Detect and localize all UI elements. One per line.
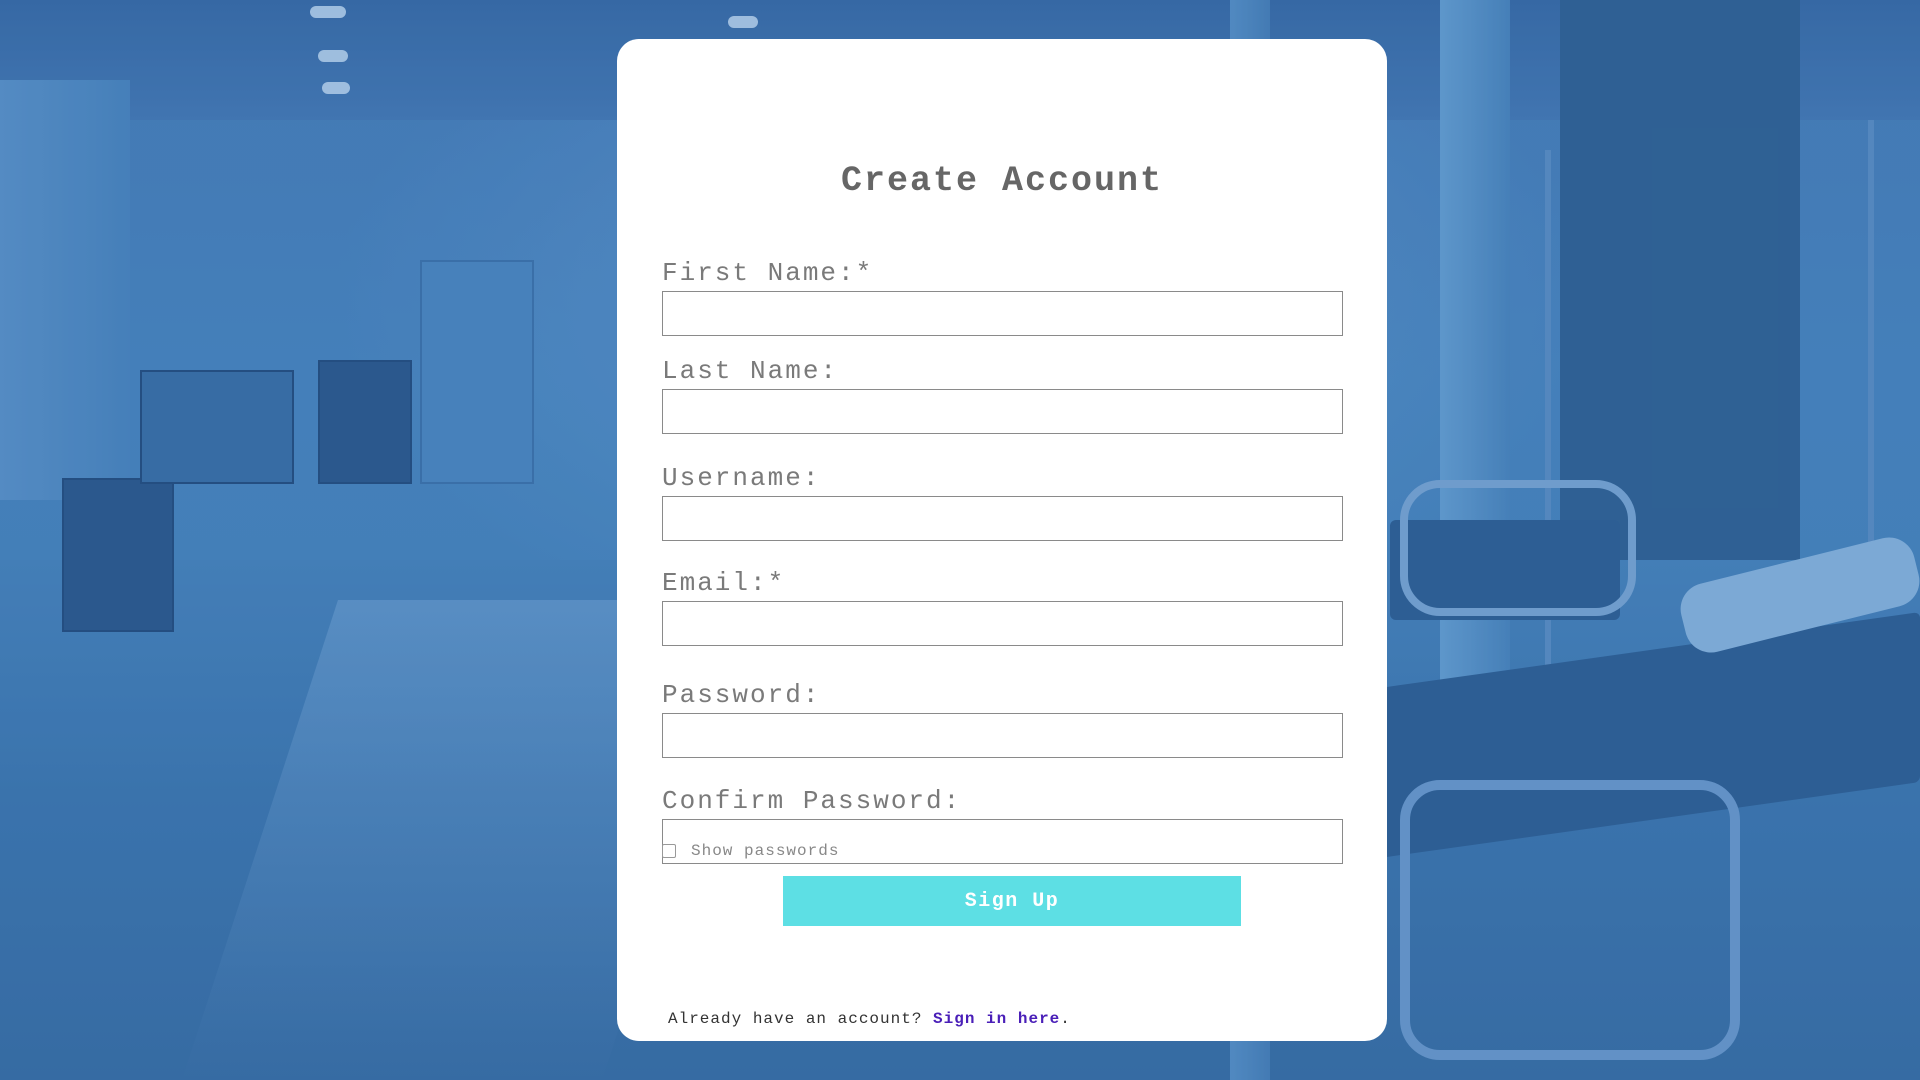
password-input[interactable]: [662, 713, 1343, 758]
show-passwords-label[interactable]: Show passwords: [691, 842, 839, 860]
sign-in-prompt-text: Already have an account?: [668, 1010, 934, 1028]
sign-in-link[interactable]: Sign in here: [933, 1010, 1060, 1028]
sign-in-prompt: Already have an account? Sign in here.: [668, 1010, 1071, 1028]
first-name-label: First Name:*: [662, 258, 874, 288]
first-name-input[interactable]: [662, 291, 1343, 336]
username-input[interactable]: [662, 496, 1343, 541]
sign-in-suffix: .: [1060, 1010, 1071, 1028]
confirm-password-label: Confirm Password:: [662, 786, 962, 816]
email-input[interactable]: [662, 601, 1343, 646]
email-label: Email:*: [662, 568, 786, 598]
username-label: Username:: [662, 463, 821, 493]
last-name-input[interactable]: [662, 389, 1343, 434]
sign-up-button[interactable]: Sign Up: [783, 876, 1241, 926]
password-label: Password:: [662, 680, 821, 710]
signup-card: Create Account First Name:* Last Name: U…: [617, 39, 1387, 1041]
last-name-label: Last Name:: [662, 356, 839, 386]
show-passwords-row: Show passwords: [662, 840, 839, 862]
show-passwords-checkbox[interactable]: [662, 844, 676, 858]
page-title: Create Account: [840, 161, 1164, 201]
